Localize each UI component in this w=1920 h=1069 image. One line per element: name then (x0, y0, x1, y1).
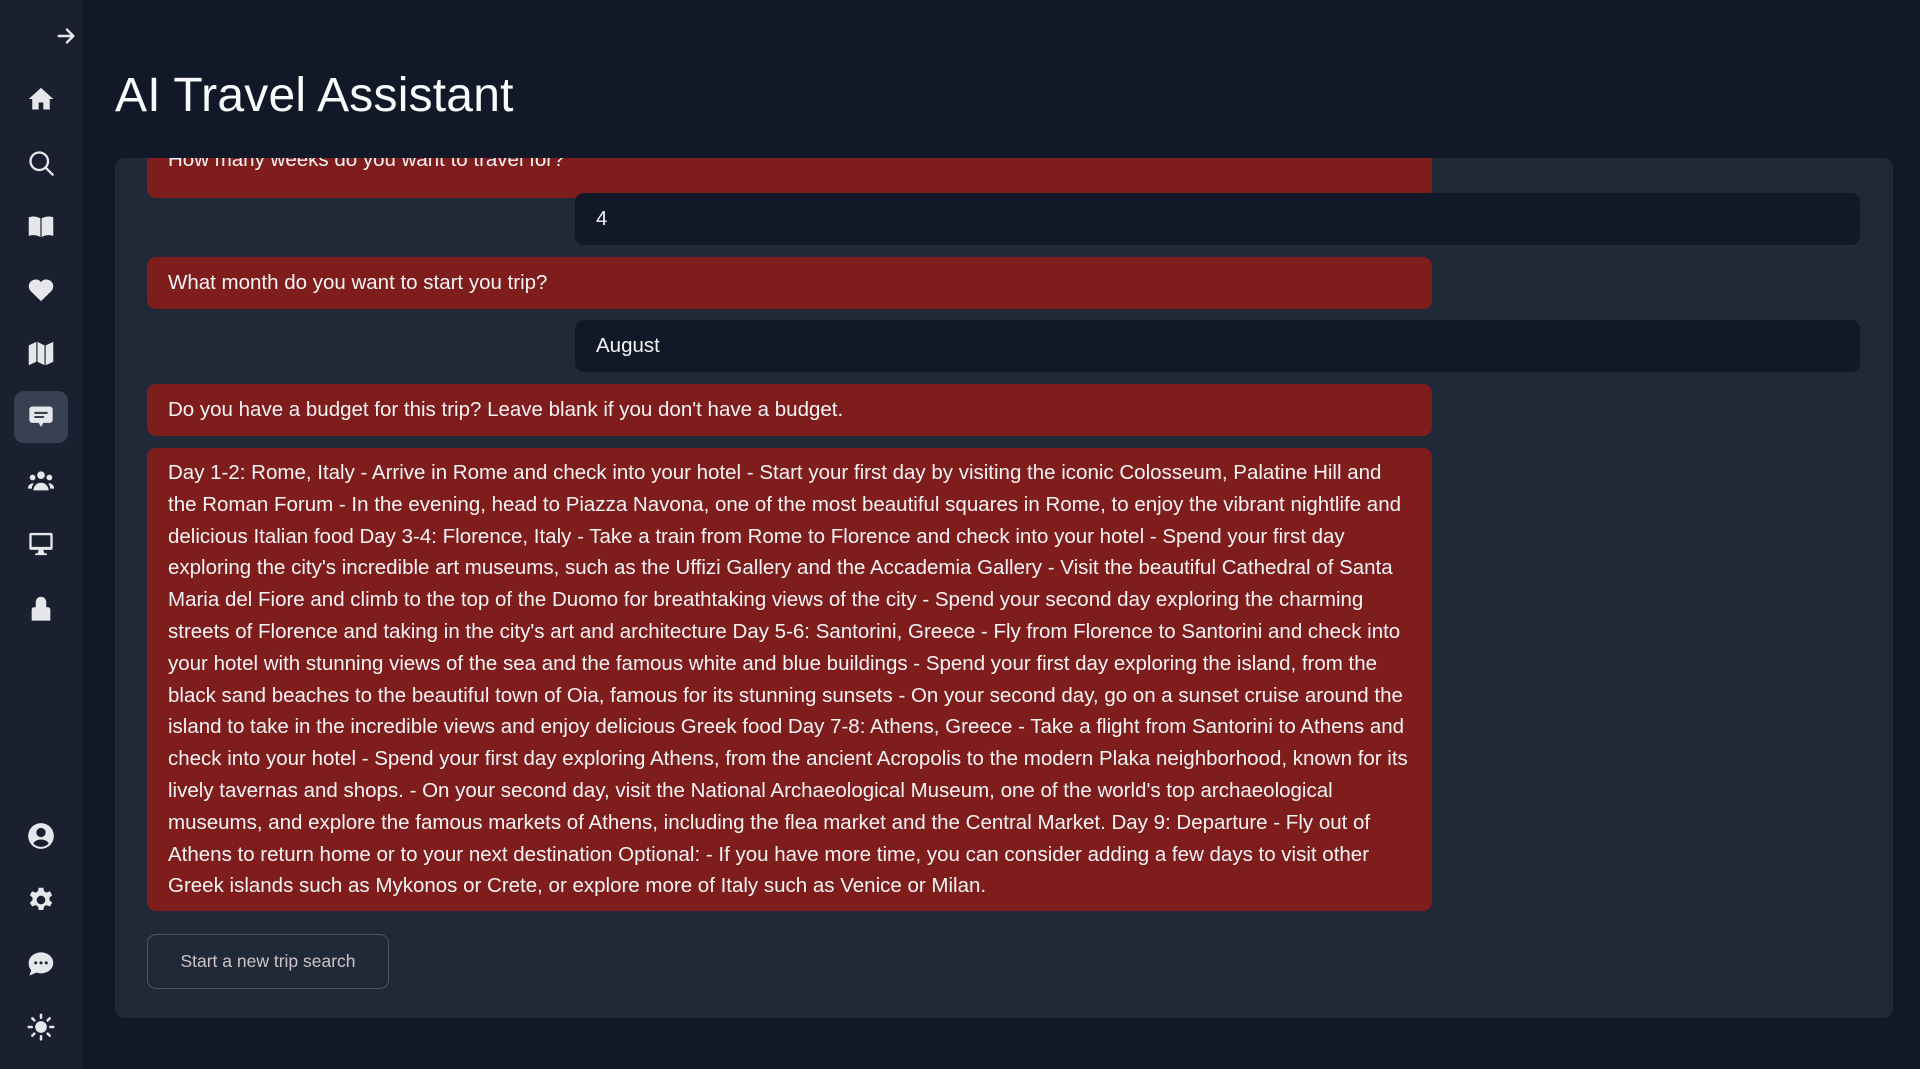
message-text: Day 1-2: Rome, Italy - Arrive in Rome an… (168, 461, 1408, 898)
sidebar-item-chat[interactable] (14, 391, 68, 443)
home-icon (28, 87, 54, 110)
search-icon (29, 151, 54, 176)
assistant-message: How many weeks do you want to travel for… (147, 158, 1432, 198)
user-icon (31, 596, 51, 621)
sun-icon (27, 1013, 55, 1041)
sidebar-item-search[interactable] (14, 137, 68, 189)
sidebar-item-community[interactable] (14, 455, 68, 507)
message-text: 4 (596, 207, 608, 230)
sidebar-toggle-button[interactable] (52, 22, 80, 50)
theme-toggle-button[interactable] (14, 1001, 68, 1053)
chat-dots-icon (28, 952, 54, 976)
message-text: What month do you want to start you trip… (168, 271, 548, 294)
user-message: 4 (575, 193, 1860, 245)
sidebar-item-feedback[interactable] (14, 938, 68, 990)
map-icon (28, 341, 54, 366)
message-text: How many weeks do you want to travel for… (168, 158, 565, 171)
itinerary-message: Day 1-2: Rome, Italy - Arrive in Rome an… (147, 448, 1432, 912)
sidebar-item-favorites[interactable] (14, 264, 68, 316)
user-circle-icon (28, 823, 54, 849)
users-icon (27, 471, 55, 491)
sidebar-item-guides[interactable] (14, 200, 68, 252)
monitor-icon (29, 532, 53, 556)
sidebar (0, 0, 83, 1069)
sidebar-item-user[interactable] (14, 583, 68, 635)
message-text: Do you have a budget for this trip? Leav… (168, 398, 844, 421)
sidebar-item-desktop[interactable] (14, 518, 68, 570)
chat-panel: How many weeks do you want to travel for… (115, 158, 1893, 1018)
page-title: AI Travel Assistant (115, 69, 514, 122)
new-trip-search-button[interactable]: Start a new trip search (147, 934, 389, 989)
sidebar-item-map[interactable] (14, 327, 68, 379)
sidebar-item-account[interactable] (14, 810, 68, 862)
message-text: August (596, 334, 660, 357)
assistant-message: What month do you want to start you trip… (147, 257, 1432, 309)
heart-icon (28, 279, 54, 302)
assistant-message: Do you have a budget for this trip? Leav… (147, 384, 1432, 436)
book-open-icon (28, 216, 54, 238)
sidebar-item-settings[interactable] (14, 874, 68, 926)
chat-bubble-icon (29, 406, 53, 427)
gear-icon (29, 887, 53, 911)
user-message: August (575, 320, 1860, 372)
chat-scroll-area[interactable]: How many weeks do you want to travel for… (115, 158, 1893, 918)
sidebar-item-home[interactable] (14, 73, 68, 125)
arrow-right-icon (57, 28, 75, 44)
